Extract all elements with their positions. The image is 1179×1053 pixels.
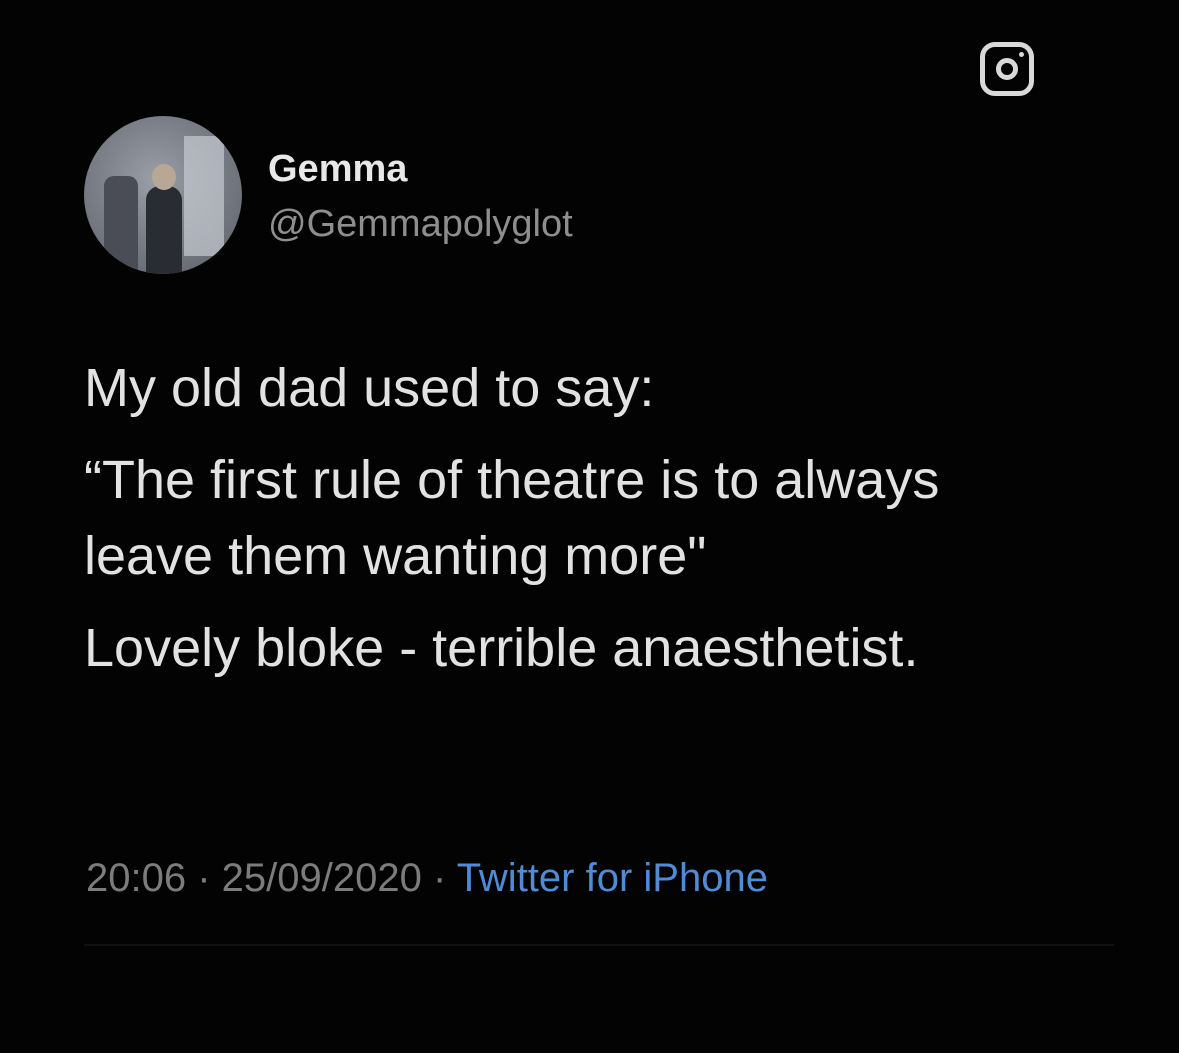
display-name[interactable]: Gemma — [268, 148, 407, 191]
tweet-source-link[interactable]: Twitter for iPhone — [457, 856, 768, 900]
tweet-meta: 20:06 · 25/09/2020 · Twitter for iPhone — [86, 856, 768, 901]
tweet-text: My old dad used to say: “The first rule … — [84, 356, 1124, 708]
tweet-line: Lovely bloke - terrible anaesthetist. — [84, 618, 919, 678]
tweet-line: “The first rule of theatre is to always — [84, 450, 940, 510]
instagram-flash — [1019, 52, 1024, 57]
avatar[interactable] — [84, 116, 242, 274]
meta-separator: · — [186, 856, 222, 900]
avatar-figure-head — [152, 164, 176, 190]
avatar-figure — [146, 186, 182, 274]
tweet-line: My old dad used to say: — [84, 358, 655, 418]
tweet-line: leave them wanting more" — [84, 526, 707, 586]
tweet-screenshot: Gemma @Gemmapolyglot My old dad used to … — [0, 0, 1179, 1053]
meta-separator: · — [421, 856, 457, 900]
user-handle[interactable]: @Gemmapolyglot — [268, 203, 573, 246]
avatar-background-light — [184, 136, 224, 256]
instagram-lens — [996, 58, 1018, 80]
divider — [84, 944, 1114, 946]
avatar-figure — [104, 176, 138, 274]
instagram-icon[interactable] — [980, 42, 1034, 96]
tweet-date[interactable]: 25/09/2020 — [222, 856, 422, 900]
tweet-time[interactable]: 20:06 — [86, 856, 186, 900]
